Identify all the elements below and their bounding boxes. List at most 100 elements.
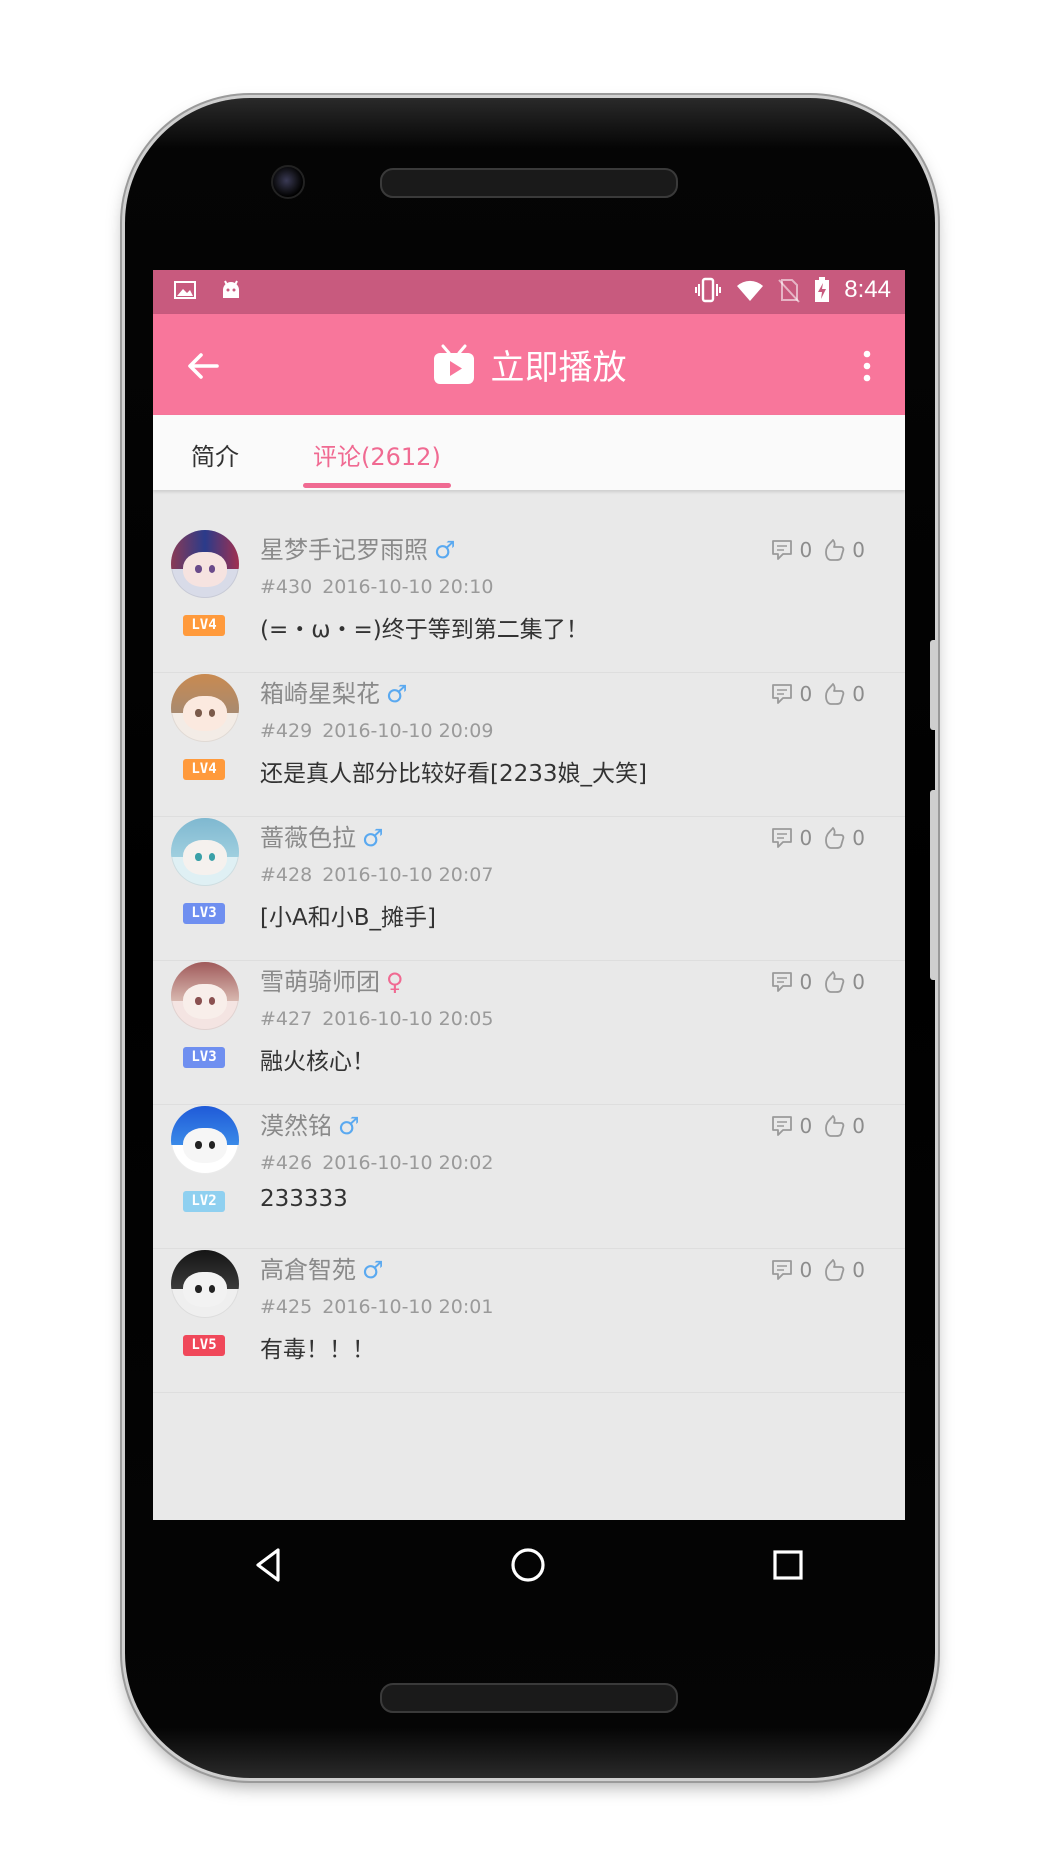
comment-meta: #429 2016-10-10 20:09 [260,720,493,742]
like-icon[interactable] [822,1258,846,1282]
username-text[interactable]: 高倉智苑 [260,1256,356,1284]
image-icon [174,281,196,299]
level-badge: LV5 [183,1335,225,1356]
avatar[interactable] [171,1250,239,1318]
avatar[interactable] [171,818,239,886]
page-title: 立即播放 [490,348,627,388]
level-badge: LV2 [183,1191,225,1212]
timestamp: 2016-10-10 20:05 [322,1008,494,1030]
floor-number: #428 [260,864,313,886]
avatar[interactable] [171,1106,239,1174]
reply-icon[interactable] [770,971,794,993]
comment-meta: #428 2016-10-10 20:07 [260,864,493,886]
tab-intro[interactable]: 简介 [191,437,239,472]
username-text[interactable]: 雪萌骑师团 [260,968,380,996]
gender-male-icon: ♂ [434,536,456,564]
comment-stats: 0 0 [770,1114,875,1138]
volume-button [930,790,938,980]
reply-icon[interactable] [770,827,794,849]
comment-meta: #426 2016-10-10 20:02 [260,1152,493,1174]
screen: 8:44 立即播放 简介 评论(2612) LV4 星梦手记罗雨照 ♂ #430… [153,270,905,1520]
floor-number: #427 [260,1008,313,1030]
comment-text: 融火核心！ [260,1049,375,1075]
like-icon[interactable] [822,538,846,562]
comment-item[interactable]: LV5 高倉智苑 ♂ #425 2016-10-10 20:01 有毒！！！ 0 0 [153,1220,905,1393]
comment-meta: #427 2016-10-10 20:05 [260,1008,493,1030]
home-circle-icon[interactable] [503,1540,553,1590]
tab-indicator [303,483,451,488]
bottom-speaker [380,1683,678,1713]
reply-count: 0 [799,970,813,994]
power-button [930,640,938,730]
back-triangle-icon[interactable] [244,1540,294,1590]
level-badge: LV3 [183,903,225,924]
avatar[interactable] [171,962,239,1030]
comment-meta: #430 2016-10-10 20:10 [260,576,493,598]
timestamp: 2016-10-10 20:02 [322,1152,494,1174]
comment-stats: 0 0 [770,538,875,562]
like-count: 0 [852,826,865,850]
username[interactable]: 漠然铭 ♂ [260,1106,360,1141]
clock: 8:44 [844,276,891,303]
tab-comments[interactable]: 评论(2612) [313,437,441,472]
battery-charging-icon [815,277,830,302]
comment-stats: 0 0 [770,1258,875,1282]
no-sim-icon [778,279,801,303]
username[interactable]: 蔷薇色拉 ♂ [260,818,384,853]
comment-text: (=・ω・=)终于等到第二集了！ [260,617,589,643]
level-badge: LV3 [183,1047,225,1068]
reply-icon[interactable] [770,539,794,561]
like-icon[interactable] [822,682,846,706]
like-count: 0 [852,1258,865,1282]
recents-square-icon[interactable] [763,1540,813,1590]
like-count: 0 [852,538,865,562]
reply-icon[interactable] [770,1115,794,1137]
toolbar: 立即播放 [153,314,905,415]
floor-number: #429 [260,720,313,742]
status-bar: 8:44 [153,270,905,314]
gender-female-icon: ♀ [386,968,404,996]
reply-count: 0 [799,1114,813,1138]
floor-number: #426 [260,1152,313,1174]
reply-icon[interactable] [770,683,794,705]
like-icon[interactable] [822,970,846,994]
username-text[interactable]: 漠然铭 [260,1112,332,1140]
avatar[interactable] [171,530,239,598]
reply-icon[interactable] [770,1259,794,1281]
reply-count: 0 [799,682,813,706]
level-badge: LV4 [183,759,225,780]
vibrate-icon [695,277,722,303]
android-icon [223,280,239,298]
username[interactable]: 星梦手记罗雨照 ♂ [260,530,456,565]
like-icon[interactable] [822,1114,846,1138]
username-text[interactable]: 星梦手记罗雨照 [260,536,428,564]
more-vertical-icon[interactable] [857,344,877,388]
comment-stats: 0 0 [770,826,875,850]
username[interactable]: 箱崎星梨花 ♂ [260,674,408,709]
floor-number: #430 [260,576,313,598]
comment-meta: #425 2016-10-10 20:01 [260,1296,493,1318]
timestamp: 2016-10-10 20:07 [322,864,494,886]
timestamp: 2016-10-10 20:10 [322,576,494,598]
level-badge: LV4 [183,615,225,636]
navigation-bar [153,1520,905,1610]
username[interactable]: 高倉智苑 ♂ [260,1250,384,1285]
username-text[interactable]: 箱崎星梨花 [260,680,380,708]
comment-text: [小A和小B_摊手] [260,905,436,931]
reply-count: 0 [799,1258,813,1282]
like-icon[interactable] [822,826,846,850]
like-count: 0 [852,682,865,706]
tab-bar: 简介 评论(2612) [153,415,905,490]
earpiece-speaker [380,168,678,198]
comment-stats: 0 0 [770,970,875,994]
like-count: 0 [852,1114,865,1138]
floor-number: #425 [260,1296,313,1318]
username[interactable]: 雪萌骑师团 ♀ [260,962,404,997]
username-text[interactable]: 蔷薇色拉 [260,824,356,852]
comment-text: 233333 [260,1186,348,1212]
like-count: 0 [852,970,865,994]
avatar[interactable] [171,674,239,742]
reply-count: 0 [799,826,813,850]
gender-male-icon: ♂ [362,1256,384,1284]
tv-play-icon [434,344,475,384]
